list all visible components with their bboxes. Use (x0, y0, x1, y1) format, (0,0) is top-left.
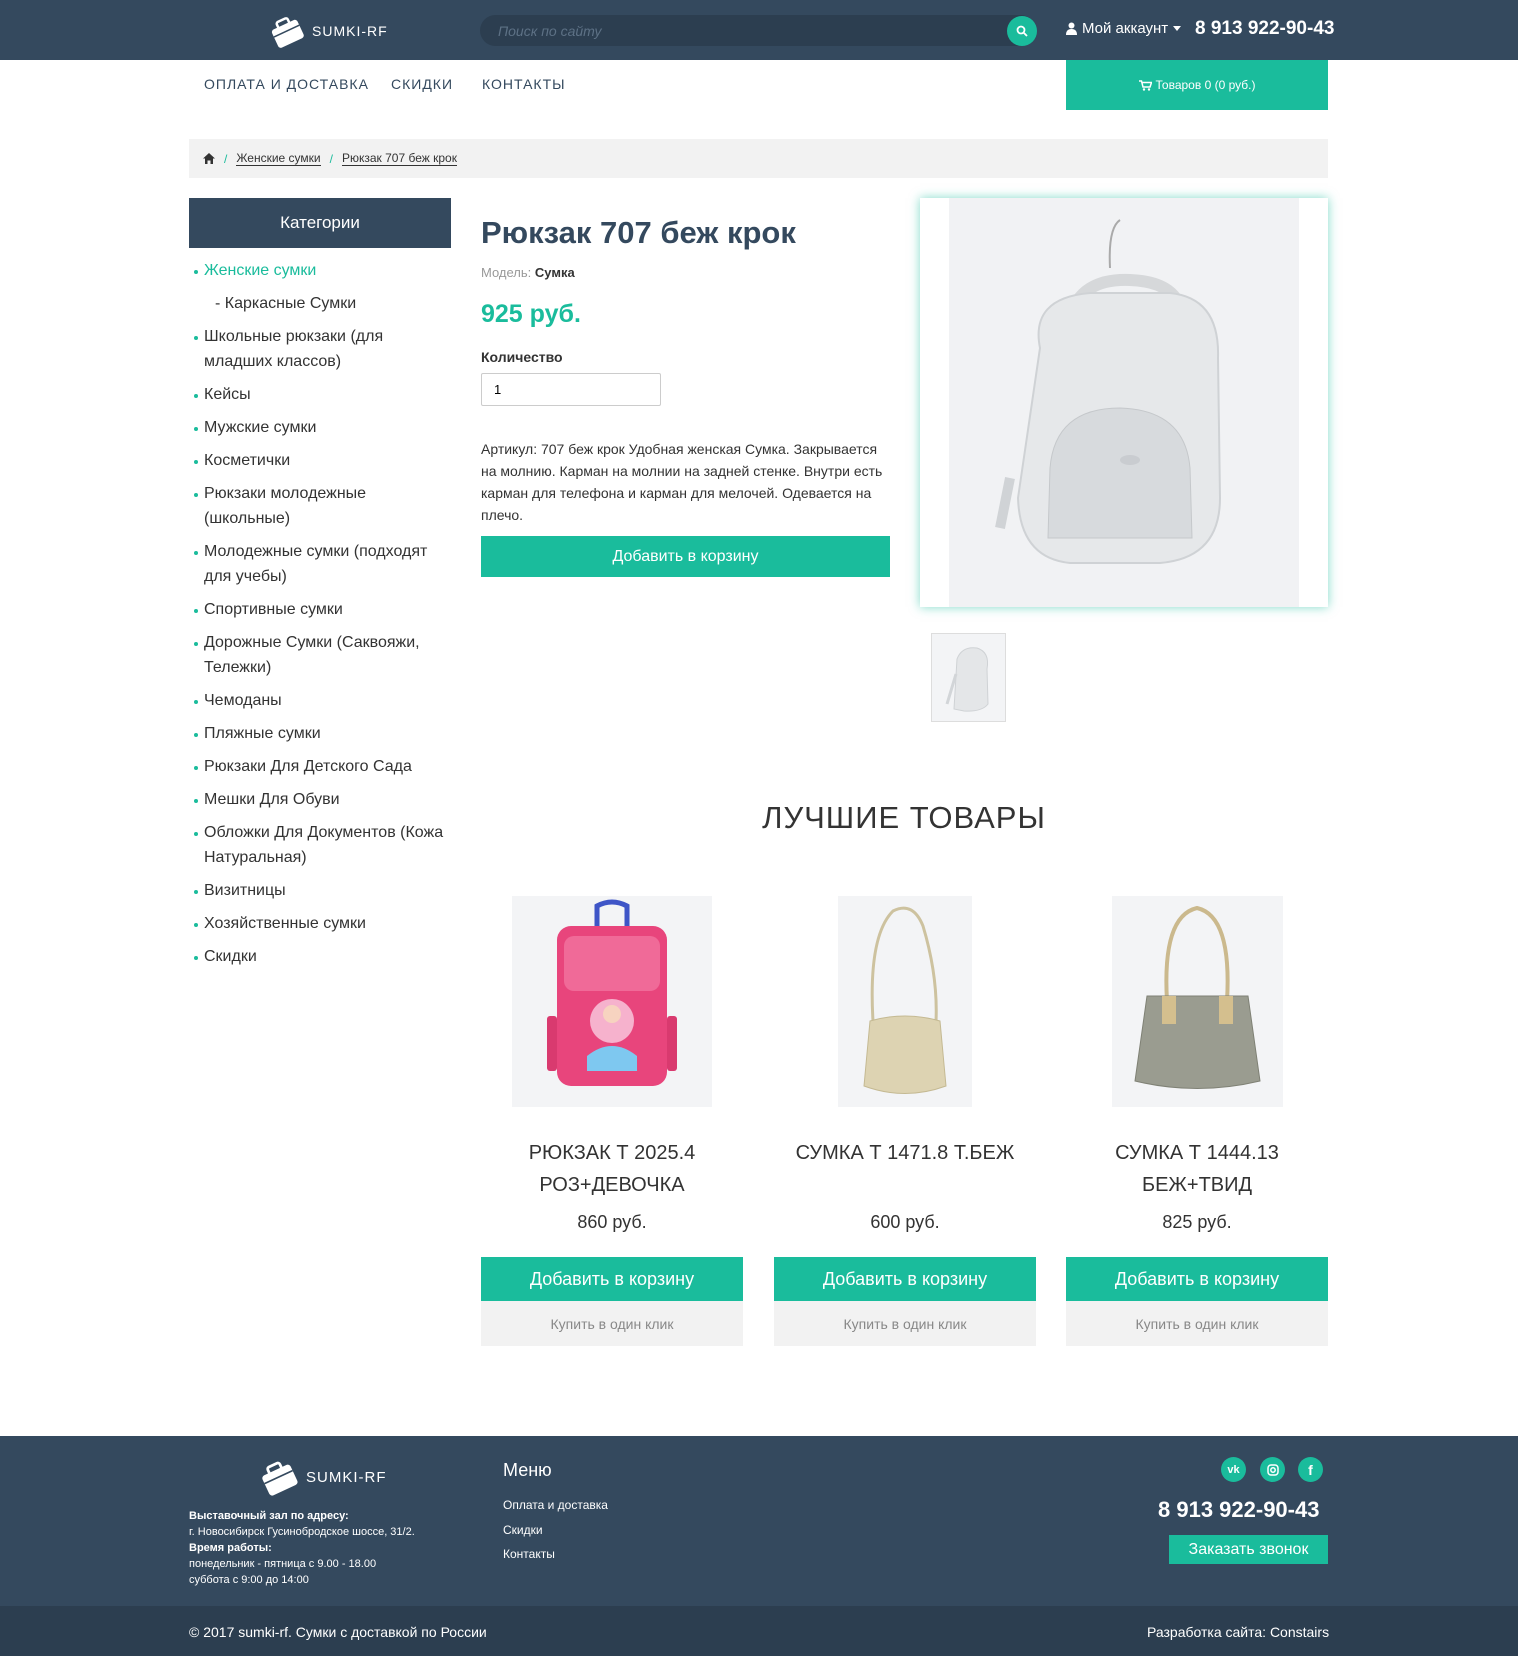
backpack-thumbnail-image (945, 647, 989, 712)
best-product-image[interactable] (1112, 896, 1283, 1107)
cart-label: Товаров 0 (0 руб.) (1155, 78, 1256, 92)
caret-down-icon (1173, 26, 1182, 31)
search-icon (1016, 25, 1028, 37)
hours-weekday: понедельник - пятница с 9.00 - 18.00 (189, 1558, 377, 1570)
logo-text: SUMKI-RF (312, 23, 388, 39)
category-item[interactable]: Рюкзаки Для Детского Сада (191, 754, 451, 779)
footer-menu-item[interactable]: Скидки (503, 1523, 543, 1537)
category-item[interactable]: - Каркасные Сумки (191, 291, 451, 316)
best-add-to-cart-button[interactable]: Добавить в корзину (774, 1257, 1036, 1301)
best-product-name[interactable]: РЮКЗАК Т 2025.4 РОЗ+ДЕВОЧКА (481, 1137, 743, 1201)
instagram-icon[interactable] (1260, 1457, 1285, 1482)
vk-icon[interactable]: vk (1221, 1457, 1246, 1482)
breadcrumb-separator: / (329, 151, 333, 166)
best-product-image[interactable] (512, 896, 712, 1107)
hours-saturday: суббота с 9:00 до 14:00 (189, 1574, 309, 1586)
model-label: Модель: (481, 265, 532, 280)
best-product-price: 600 руб. (870, 1212, 940, 1232)
tweed-bag-image (1112, 896, 1283, 1107)
facebook-icon[interactable]: f (1298, 1457, 1323, 1482)
breadcrumb-item[interactable]: Женские сумки (236, 151, 321, 166)
instagram-glyph (1266, 1463, 1279, 1476)
address-title: Выставочный зал по адресу: (189, 1510, 349, 1522)
developer-credit[interactable]: Разработка сайта: Constairs (1147, 1624, 1329, 1640)
cart-button[interactable]: Товаров 0 (0 руб.) (1066, 60, 1328, 110)
home-icon[interactable] (203, 153, 215, 164)
breadcrumb-separator: / (224, 151, 228, 166)
nav-payment-delivery[interactable]: ОПЛАТА И ДОСТАВКА (204, 76, 369, 92)
bag-logo-icon (271, 17, 304, 48)
best-add-to-cart-button[interactable]: Добавить в корзину (481, 1257, 743, 1301)
product-description: Артикул: 707 беж крок Удобная женская Су… (481, 441, 883, 523)
footer-phone[interactable]: 8 913 922-90-43 (1158, 1497, 1319, 1523)
product-model: Модель: Сумка (481, 265, 575, 280)
best-one-click-button[interactable]: Купить в один клик (774, 1301, 1036, 1346)
footer-menu-title: Меню (503, 1460, 552, 1480)
address: г. Новосибирск Гусинобродское шоссе, 31/… (189, 1526, 415, 1538)
search-input[interactable] (480, 15, 1036, 46)
categories-title: Категории (189, 198, 451, 248)
breadcrumb-item[interactable]: Рюкзак 707 беж крок (341, 151, 457, 166)
best-product-image[interactable] (838, 896, 972, 1107)
product-title: Рюкзак 707 беж крок (481, 215, 796, 250)
category-list: Женские сумки - Каркасные Сумки Школьные р… (191, 258, 451, 977)
category-item[interactable]: Косметички (191, 448, 451, 473)
logo[interactable]: SUMKI-RF (268, 14, 388, 48)
best-add-to-cart-button[interactable]: Добавить в корзину (1066, 1257, 1328, 1301)
pink-backpack-image (512, 896, 712, 1107)
best-product-price: 825 руб. (1162, 1212, 1232, 1232)
category-item[interactable]: Женские сумки (191, 258, 451, 283)
category-item[interactable]: Пляжные сумки (191, 721, 451, 746)
best-products-title: ЛУЧШИЕ ТОВАРЫ (762, 800, 1046, 835)
quantity-label: Количество (481, 349, 563, 365)
add-to-cart-button[interactable]: Добавить в корзину (481, 536, 890, 577)
cart-icon (1138, 79, 1152, 91)
bag-logo-icon (262, 1461, 298, 1496)
footer-info: Выставочный зал по адресу: г. Новосибирс… (189, 1508, 415, 1588)
breadcrumb: / Женские сумки / Рюкзак 707 беж крок (189, 139, 1328, 178)
best-product-name[interactable]: СУМКА Т 1471.8 Т.БЕЖ (774, 1137, 1036, 1169)
category-item[interactable]: Спортивные сумки (191, 597, 451, 622)
category-item[interactable]: Рюкзаки молодежные (школьные) (191, 481, 451, 531)
product-thumbnail[interactable] (931, 633, 1006, 722)
nav-discounts[interactable]: СКИДКИ (391, 76, 453, 92)
backpack-image (949, 198, 1299, 607)
product-main-image[interactable] (920, 198, 1328, 607)
category-item[interactable]: Молодежные сумки (подходят для учебы) (191, 539, 451, 589)
callback-button[interactable]: Заказать звонок (1169, 1535, 1328, 1564)
best-product-name[interactable]: СУМКА Т 1444.13 БЕЖ+ТВИД (1066, 1137, 1328, 1201)
best-one-click-button[interactable]: Купить в один клик (1066, 1301, 1328, 1346)
quantity-input[interactable] (481, 373, 661, 406)
category-item[interactable]: Кейсы (191, 382, 451, 407)
footer-logo[interactable]: SUMKI-RF (258, 1458, 387, 1496)
category-item[interactable]: Мужские сумки (191, 415, 451, 440)
product-price: 925 руб. (481, 300, 581, 328)
copyright: © 2017 sumki-rf. Сумки с доставкой по Ро… (189, 1624, 487, 1640)
model-value: Сумка (534, 265, 575, 280)
beige-bag-image (838, 896, 972, 1107)
footer-logo-text: SUMKI-RF (306, 1468, 387, 1486)
category-item[interactable]: Хозяйственные сумки (191, 911, 451, 936)
footer-menu-item[interactable]: Оплата и доставка (503, 1498, 608, 1512)
best-product-price: 860 руб. (577, 1212, 647, 1232)
search-button[interactable] (1007, 16, 1037, 46)
user-icon (1066, 22, 1077, 35)
category-item[interactable]: Дорожные Сумки (Саквояжи, Тележки) (191, 630, 451, 680)
category-item[interactable]: Школьные рюкзаки (для младших классов) (191, 324, 451, 374)
category-item[interactable]: Скидки (191, 944, 451, 969)
account-menu[interactable]: Мой аккаунт (1066, 20, 1182, 37)
account-label: Мой аккаунт (1082, 20, 1169, 37)
hours-title: Время работы: (189, 1542, 272, 1554)
header-phone[interactable]: 8 913 922-90-43 (1195, 18, 1334, 40)
category-item[interactable]: Визитницы (191, 878, 451, 903)
nav-contacts[interactable]: КОНТАКТЫ (482, 76, 566, 92)
best-one-click-button[interactable]: Купить в один клик (481, 1301, 743, 1346)
category-item[interactable]: Чемоданы (191, 688, 451, 713)
footer-menu-item[interactable]: Контакты (503, 1547, 555, 1561)
